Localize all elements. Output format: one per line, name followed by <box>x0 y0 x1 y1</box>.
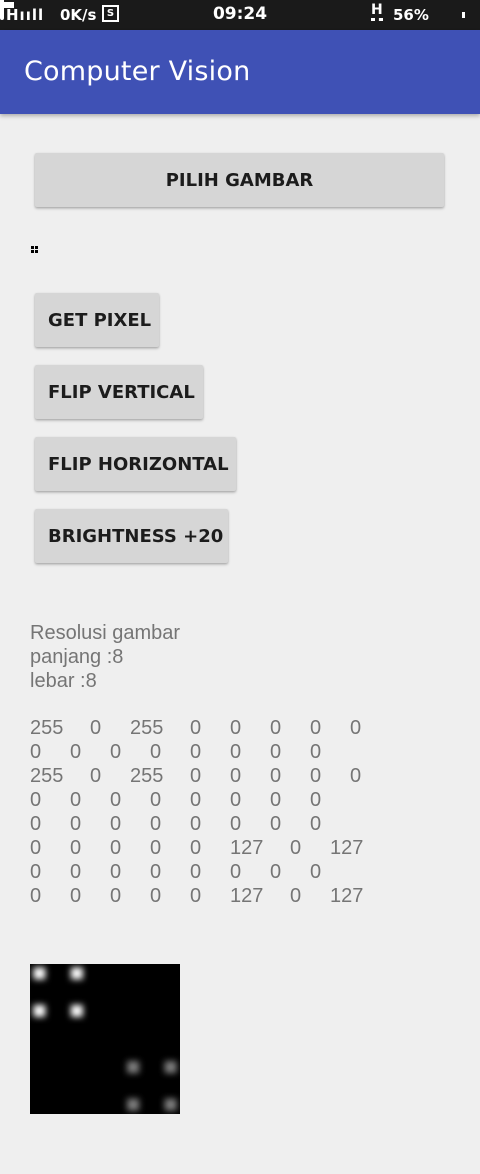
result-pixel <box>33 967 46 980</box>
matrix-cell: 0 <box>230 813 242 835</box>
matrix-cell: 0 <box>270 741 282 763</box>
preview-pixel <box>31 250 34 253</box>
matrix-cell: 0 <box>150 837 162 859</box>
matrix-cell: 0 <box>310 861 322 883</box>
get-pixel-button[interactable]: GET PIXEL <box>35 293 159 347</box>
flip-horizontal-button[interactable]: FLIP HORIZONTAL <box>35 437 236 491</box>
matrix-cell: 0 <box>30 861 42 883</box>
result-pixel <box>127 1061 140 1074</box>
resolution-title: Resolusi gambar <box>30 622 181 644</box>
matrix-cell: 0 <box>230 789 242 811</box>
result-image <box>30 964 180 1114</box>
matrix-cell: 0 <box>150 741 162 763</box>
brightness-button[interactable]: BRIGHTNESS +20 <box>35 509 228 563</box>
matrix-cell: 255 <box>30 765 64 787</box>
matrix-cell: 0 <box>70 861 82 883</box>
matrix-cell: 0 <box>270 765 282 787</box>
matrix-cell: 0 <box>110 885 122 907</box>
matrix-cell: 127 <box>330 885 364 907</box>
matrix-cell: 0 <box>70 741 82 763</box>
matrix-cell: 0 <box>190 789 202 811</box>
flip-vertical-button[interactable]: FLIP VERTICAL <box>35 365 203 419</box>
screen: Hııll 0K/s S 09:24 H 56% Computer Vision… <box>0 0 480 1174</box>
matrix-cell: 127 <box>230 885 264 907</box>
result-pixel <box>164 1061 177 1074</box>
matrix-cell: 0 <box>110 861 122 883</box>
matrix-cell: 0 <box>90 765 102 787</box>
matrix-cell: 0 <box>110 741 122 763</box>
matrix-cell: 0 <box>230 741 242 763</box>
resolution-width: lebar :8 <box>30 670 97 692</box>
matrix-cell: 0 <box>90 717 102 739</box>
image-preview <box>31 246 38 253</box>
matrix-cell: 0 <box>190 717 202 739</box>
resolution-length: panjang :8 <box>30 646 124 668</box>
matrix-cell: 0 <box>70 837 82 859</box>
preview-pixel <box>35 246 38 249</box>
matrix-cell: 255 <box>130 717 164 739</box>
matrix-cell: 0 <box>70 813 82 835</box>
network-type-indicator: H <box>371 2 383 21</box>
matrix-cell: 0 <box>30 741 42 763</box>
matrix-cell: 0 <box>110 789 122 811</box>
resolution-info: Resolusi gambar panjang :8 lebar :8 <box>30 621 180 693</box>
matrix-cell: 0 <box>230 765 242 787</box>
matrix-cell: 127 <box>330 837 364 859</box>
matrix-cell: 0 <box>270 789 282 811</box>
matrix-cell: 0 <box>270 717 282 739</box>
battery-level <box>2 2 14 8</box>
matrix-cell: 0 <box>70 789 82 811</box>
matrix-cell: 0 <box>190 741 202 763</box>
matrix-cell: 0 <box>30 837 42 859</box>
preview-pixel <box>35 250 38 253</box>
result-pixel <box>164 1098 177 1111</box>
matrix-cell: 0 <box>310 717 322 739</box>
matrix-cell: 0 <box>290 885 302 907</box>
matrix-cell: 0 <box>150 885 162 907</box>
battery-tip <box>462 12 465 18</box>
matrix-cell: 255 <box>130 765 164 787</box>
matrix-cell: 0 <box>350 717 362 739</box>
matrix-cell: 0 <box>190 885 202 907</box>
result-pixel <box>33 1004 46 1017</box>
app-bar: Computer Vision <box>0 30 480 114</box>
matrix-cell: 0 <box>190 861 202 883</box>
matrix-cell: 127 <box>230 837 264 859</box>
matrix-cell: 0 <box>350 765 362 787</box>
matrix-cell: 0 <box>30 813 42 835</box>
matrix-cell: 0 <box>270 861 282 883</box>
battery-percent: 56% <box>393 6 429 24</box>
matrix-cell: 0 <box>310 813 322 835</box>
matrix-cell: 0 <box>150 813 162 835</box>
result-pixel <box>70 967 83 980</box>
matrix-cell: 0 <box>70 885 82 907</box>
matrix-cell: 0 <box>150 861 162 883</box>
matrix-cell: 0 <box>310 765 322 787</box>
result-pixel <box>70 1004 83 1017</box>
matrix-cell: 0 <box>270 813 282 835</box>
matrix-cell: 255 <box>30 717 64 739</box>
result-pixel <box>127 1098 140 1111</box>
matrix-cell: 0 <box>190 837 202 859</box>
matrix-cell: 0 <box>110 813 122 835</box>
matrix-cell: 0 <box>190 765 202 787</box>
matrix-cell: 0 <box>30 789 42 811</box>
app-title: Computer Vision <box>24 56 251 87</box>
matrix-cell: 0 <box>230 861 242 883</box>
status-bar: Hııll 0K/s S 09:24 H 56% <box>0 0 480 30</box>
matrix-cell: 0 <box>150 789 162 811</box>
pick-image-button[interactable]: PILIH GAMBAR <box>35 153 444 207</box>
matrix-cell: 0 <box>230 717 242 739</box>
matrix-cell: 0 <box>290 837 302 859</box>
matrix-cell: 0 <box>190 813 202 835</box>
matrix-cell: 0 <box>110 837 122 859</box>
preview-pixel <box>31 246 34 249</box>
matrix-cell: 0 <box>310 741 322 763</box>
matrix-cell: 0 <box>310 789 322 811</box>
matrix-cell: 0 <box>30 885 42 907</box>
result-image-canvas <box>30 964 180 1114</box>
